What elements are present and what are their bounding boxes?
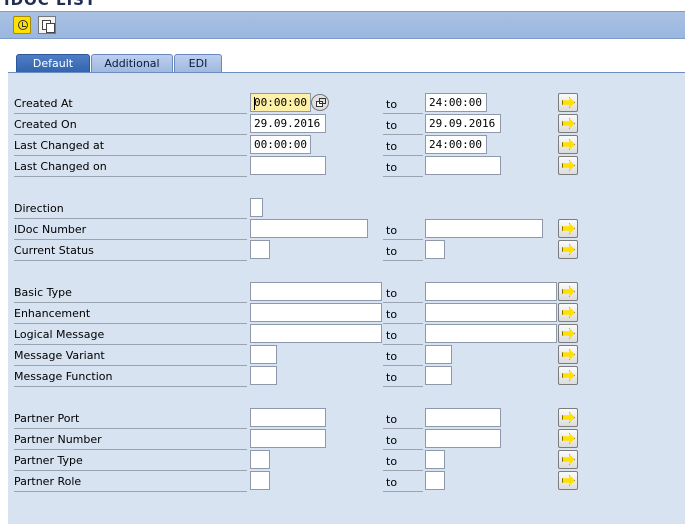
last-changed-at-from-input[interactable]: 00:00:00 <box>250 135 311 154</box>
multiple-selection-icon[interactable] <box>558 366 578 385</box>
created-on-to-label: to <box>383 114 423 135</box>
logical-message-to-label: to <box>383 324 423 345</box>
enhancement-label: Enhancement <box>14 303 247 324</box>
message-function-from-input[interactable] <box>250 366 277 385</box>
partner-number-to-label: to <box>383 429 423 450</box>
last-changed-on-to-label: to <box>383 156 423 177</box>
multiple-selection-icon[interactable] <box>558 135 578 154</box>
created-on-from-input[interactable]: 29.09.2016 <box>250 114 326 133</box>
value-help-icon[interactable] <box>311 94 329 111</box>
basic-type-from-input[interactable] <box>250 282 382 301</box>
multiple-selection-icon[interactable] <box>558 471 578 490</box>
created-at-to-label: to <box>383 93 423 114</box>
application-toolbar <box>0 11 685 39</box>
idoc-number-from-input[interactable] <box>250 219 368 238</box>
logical-message-to-input[interactable] <box>425 324 557 343</box>
multiple-selection-icon[interactable] <box>558 450 578 469</box>
last-changed-on-to-input[interactable] <box>425 156 501 175</box>
partner-type-from-input[interactable] <box>250 450 270 469</box>
current-status-from-input[interactable] <box>250 240 270 259</box>
basic-type-to-input[interactable] <box>425 282 557 301</box>
logical-message-from-input[interactable] <box>250 324 382 343</box>
message-variant-from-input[interactable] <box>250 345 277 364</box>
partner-number-from-input[interactable] <box>250 429 326 448</box>
current-status-to-input[interactable] <box>425 240 445 259</box>
multiple-selection-icon[interactable] <box>558 156 578 175</box>
multiple-selection-icon[interactable] <box>558 429 578 448</box>
basic-type-label: Basic Type <box>14 282 247 303</box>
message-variant-to-label: to <box>383 345 423 366</box>
current-status-to-label: to <box>383 240 423 261</box>
logical-message-label: Logical Message <box>14 324 247 345</box>
tab-default[interactable]: Default <box>16 54 90 72</box>
enhancement-from-input[interactable] <box>250 303 382 322</box>
partner-number-label: Partner Number <box>14 429 247 450</box>
last-changed-at-label: Last Changed at <box>14 135 247 156</box>
partner-role-label: Partner Role <box>14 471 247 492</box>
created-on-label: Created On <box>14 114 247 135</box>
basic-type-to-label: to <box>383 282 423 303</box>
tab-additional[interactable]: Additional <box>91 54 173 72</box>
idoc-number-to-input[interactable] <box>425 219 543 238</box>
direction-label: Direction <box>14 198 247 219</box>
multiple-selection-icon[interactable] <box>558 240 578 259</box>
partner-number-to-input[interactable] <box>425 429 501 448</box>
idoc-number-to-label: to <box>383 219 423 240</box>
partner-role-to-input[interactable] <box>425 471 445 490</box>
message-function-to-input[interactable] <box>425 366 452 385</box>
multiple-selection-icon[interactable] <box>558 282 578 301</box>
message-function-to-label: to <box>383 366 423 387</box>
partner-type-to-input[interactable] <box>425 450 445 469</box>
message-variant-to-input[interactable] <box>425 345 452 364</box>
current-status-label: Current Status <box>14 240 247 261</box>
created-at-from-input[interactable]: 00:00:00 <box>250 93 311 112</box>
title-bar: IDOC LIST <box>0 0 685 11</box>
multiple-selection-icon[interactable] <box>558 345 578 364</box>
last-changed-on-from-input[interactable] <box>250 156 326 175</box>
multiple-selection-icon[interactable] <box>558 93 578 112</box>
multiple-selection-icon[interactable] <box>558 219 578 238</box>
last-changed-at-to-input[interactable]: 24:00:00 <box>425 135 487 154</box>
copy-icon[interactable] <box>38 16 56 34</box>
multiple-selection-icon[interactable] <box>558 324 578 343</box>
multiple-selection-icon[interactable] <box>558 114 578 133</box>
enhancement-to-input[interactable] <box>425 303 557 322</box>
multiple-selection-icon[interactable] <box>558 303 578 322</box>
execute-icon[interactable] <box>13 16 31 34</box>
window-title: IDOC LIST <box>4 0 97 9</box>
partner-port-to-label: to <box>383 408 423 429</box>
last-changed-at-to-label: to <box>383 135 423 156</box>
created-at-label: Created At <box>14 93 247 114</box>
tab-edi[interactable]: EDI <box>174 54 222 72</box>
partner-role-to-label: to <box>383 471 423 492</box>
multiple-selection-icon[interactable] <box>558 408 578 427</box>
created-at-to-input[interactable]: 24:00:00 <box>425 93 487 112</box>
created-on-to-input[interactable]: 29.09.2016 <box>425 114 501 133</box>
partner-role-from-input[interactable] <box>250 471 270 490</box>
message-function-label: Message Function <box>14 366 247 387</box>
partner-type-label: Partner Type <box>14 450 247 471</box>
idoc-number-label: IDoc Number <box>14 219 247 240</box>
partner-port-label: Partner Port <box>14 408 247 429</box>
message-variant-label: Message Variant <box>14 345 247 366</box>
partner-port-from-input[interactable] <box>250 408 326 427</box>
direction-input[interactable] <box>250 198 263 217</box>
partner-type-to-label: to <box>383 450 423 471</box>
text-cursor <box>254 97 255 110</box>
last-changed-on-label: Last Changed on <box>14 156 247 177</box>
enhancement-to-label: to <box>383 303 423 324</box>
partner-port-to-input[interactable] <box>425 408 501 427</box>
